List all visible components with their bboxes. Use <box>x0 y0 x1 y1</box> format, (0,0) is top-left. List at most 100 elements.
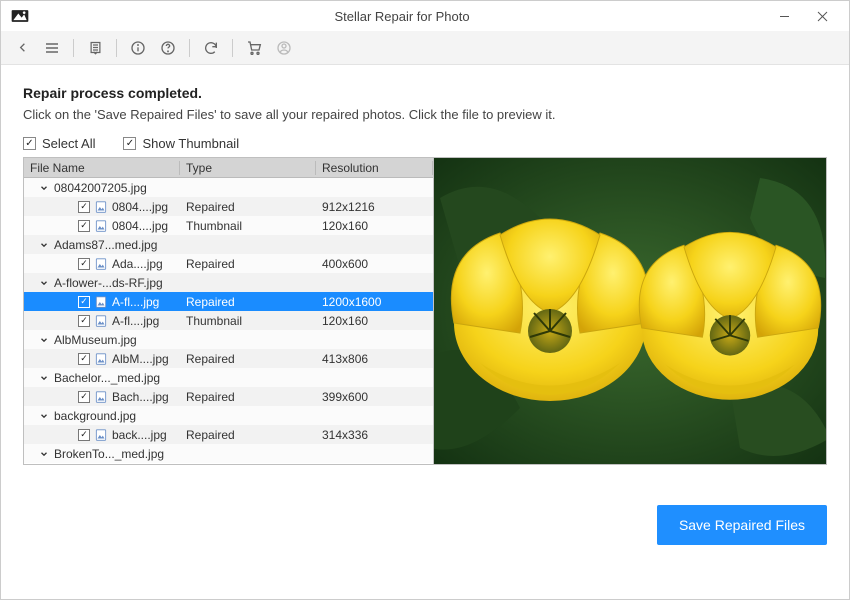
file-name: AlbMuseum.jpg <box>54 333 137 347</box>
preview-panel[interactable] <box>434 158 826 464</box>
close-button[interactable] <box>803 1 841 31</box>
tree-group-row[interactable]: 08042007205.jpg <box>24 178 433 197</box>
file-icon <box>94 219 108 233</box>
status-heading: Repair process completed. <box>23 85 827 101</box>
row-checkbox[interactable] <box>78 220 90 232</box>
file-name: BrokenTo..._med.jpg <box>54 447 164 461</box>
row-checkbox[interactable] <box>78 315 90 327</box>
tree-child-row[interactable]: 0804....jpg Thumbnail120x160 <box>24 216 433 235</box>
checkbox-icon <box>123 137 136 150</box>
file-name: 0804....jpg <box>112 219 168 233</box>
tree-child-row[interactable]: 0804....jpg Repaired912x1216 <box>24 197 433 216</box>
tree-body[interactable]: 08042007205.jpg0804....jpgRepaired912x12… <box>24 178 433 464</box>
tree-group-row[interactable]: AlbMuseum.jpg <box>24 330 433 349</box>
chevron-down-icon[interactable] <box>38 182 50 194</box>
footer: Save Repaired Files <box>23 465 827 545</box>
separator <box>116 39 117 57</box>
file-name: A-flower-...ds-RF.jpg <box>54 276 163 290</box>
tree-group-row[interactable]: BrokenTo..._med.jpg <box>24 444 433 463</box>
title-bar: Stellar Repair for Photo <box>1 1 849 31</box>
save-repaired-files-button[interactable]: Save Repaired Files <box>657 505 827 545</box>
file-name: 08042007205.jpg <box>54 181 147 195</box>
file-name: 0804....jpg <box>112 200 168 214</box>
cell-resolution: 120x160 <box>316 219 433 233</box>
file-icon <box>94 390 108 404</box>
file-icon <box>94 295 108 309</box>
tree-child-row[interactable]: Bach....jpg Repaired399x600 <box>24 387 433 406</box>
file-tree-panel: File Name Type Resolution 08042007205.jp… <box>24 158 434 464</box>
chevron-down-icon[interactable] <box>38 334 50 346</box>
file-name: back....jpg <box>112 428 167 442</box>
cell-type: Repaired <box>180 352 316 366</box>
tree-child-row[interactable]: A-fl....jpg Thumbnail120x160 <box>24 311 433 330</box>
separator <box>232 39 233 57</box>
refresh-button[interactable] <box>198 35 224 61</box>
cell-resolution: 120x160 <box>316 314 433 328</box>
file-icon <box>94 352 108 366</box>
file-name: Bach....jpg <box>112 390 169 404</box>
cell-type: Thumbnail <box>180 314 316 328</box>
tree-child-row[interactable]: A-fl....jpgRepaired1200x1600 <box>24 292 433 311</box>
tree-group-row[interactable]: background.jpg <box>24 406 433 425</box>
list-button[interactable] <box>82 35 108 61</box>
cell-type: Repaired <box>180 295 316 309</box>
cell-resolution: 912x1216 <box>316 200 433 214</box>
cell-resolution: 400x600 <box>316 257 433 271</box>
user-button[interactable] <box>271 35 297 61</box>
separator <box>189 39 190 57</box>
file-icon <box>94 314 108 328</box>
show-thumbnail-label: Show Thumbnail <box>142 136 239 151</box>
select-all-checkbox[interactable]: Select All <box>23 136 95 151</box>
row-checkbox[interactable] <box>78 429 90 441</box>
tree-child-row[interactable]: Ada....jpg Repaired400x600 <box>24 254 433 273</box>
options-row: Select All Show Thumbnail <box>23 136 827 151</box>
select-all-label: Select All <box>42 136 95 151</box>
chevron-down-icon[interactable] <box>38 448 50 460</box>
cell-type: Repaired <box>180 257 316 271</box>
cell-resolution: 413x806 <box>316 352 433 366</box>
column-header-type[interactable]: Type <box>180 161 316 175</box>
cell-resolution: 314x336 <box>316 428 433 442</box>
cart-button[interactable] <box>241 35 267 61</box>
file-name: Ada....jpg <box>112 257 163 271</box>
row-checkbox[interactable] <box>78 353 90 365</box>
row-checkbox[interactable] <box>78 201 90 213</box>
tree-child-row[interactable]: back....jpg Repaired314x336 <box>24 425 433 444</box>
app-window: Stellar Repair for Photo Repair process … <box>0 0 850 600</box>
minimize-button[interactable] <box>765 1 803 31</box>
cell-type: Repaired <box>180 428 316 442</box>
menu-button[interactable] <box>39 35 65 61</box>
back-button[interactable] <box>9 35 35 61</box>
file-name: A-fl....jpg <box>112 314 159 328</box>
info-button[interactable] <box>125 35 151 61</box>
cell-type: Thumbnail <box>180 219 316 233</box>
tree-group-row[interactable]: Adams87...med.jpg <box>24 235 433 254</box>
column-header-resolution[interactable]: Resolution <box>316 161 433 175</box>
row-checkbox[interactable] <box>78 391 90 403</box>
chevron-down-icon[interactable] <box>38 239 50 251</box>
chevron-down-icon[interactable] <box>38 372 50 384</box>
cell-type: Repaired <box>180 390 316 404</box>
separator <box>73 39 74 57</box>
file-name: Bachelor..._med.jpg <box>54 371 160 385</box>
row-checkbox[interactable] <box>78 258 90 270</box>
cell-resolution: 399x600 <box>316 390 433 404</box>
row-checkbox[interactable] <box>78 296 90 308</box>
cell-type: Repaired <box>180 200 316 214</box>
checkbox-icon <box>23 137 36 150</box>
app-icon <box>9 5 31 27</box>
status-subheading: Click on the 'Save Repaired Files' to sa… <box>23 107 827 122</box>
chevron-down-icon[interactable] <box>38 277 50 289</box>
tree-group-row[interactable]: A-flower-...ds-RF.jpg <box>24 273 433 292</box>
column-header-name[interactable]: File Name <box>24 161 180 175</box>
tree-group-row[interactable]: Bachelor..._med.jpg <box>24 368 433 387</box>
chevron-down-icon[interactable] <box>38 410 50 422</box>
cell-resolution: 1200x1600 <box>316 295 433 309</box>
help-button[interactable] <box>155 35 181 61</box>
tree-child-row[interactable]: AlbM....jpgRepaired413x806 <box>24 349 433 368</box>
file-icon <box>94 428 108 442</box>
show-thumbnail-checkbox[interactable]: Show Thumbnail <box>123 136 239 151</box>
content-area: Repair process completed. Click on the '… <box>1 65 849 599</box>
file-name: Adams87...med.jpg <box>54 238 157 252</box>
file-icon <box>94 257 108 271</box>
